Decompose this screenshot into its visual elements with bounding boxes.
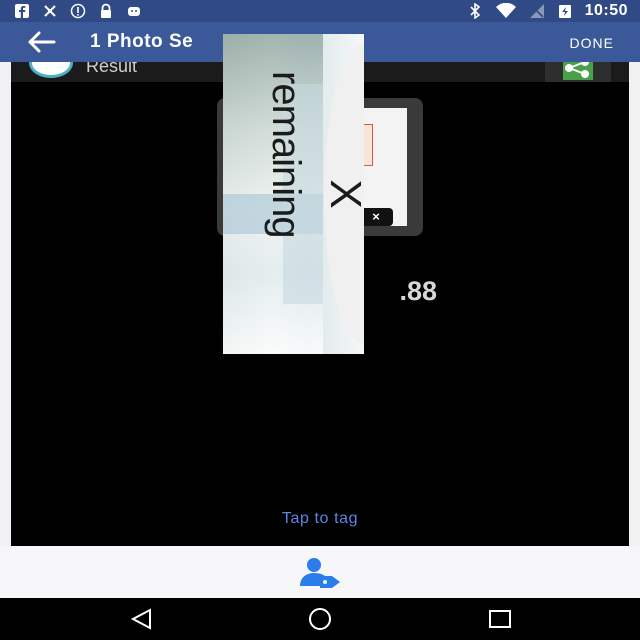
facebook-icon [14, 3, 30, 19]
navigation-bar [0, 598, 640, 640]
no-signal-icon [529, 3, 545, 19]
share-button[interactable] [545, 62, 611, 82]
battery-charging-icon [557, 3, 573, 19]
recents-square-icon [489, 610, 511, 628]
nav-recents-button[interactable] [486, 607, 514, 631]
tag-person-icon [300, 558, 340, 588]
done-button[interactable]: DONE [570, 35, 614, 51]
arrow-left-icon [28, 31, 56, 53]
count-right: .88 [399, 276, 437, 306]
page-title: 1 Photo Se [90, 31, 194, 52]
result-avatar [29, 62, 73, 78]
back-button[interactable] [26, 30, 58, 54]
bottom-toolbar [0, 546, 640, 598]
nav-back-button[interactable] [128, 607, 156, 631]
home-circle-icon [309, 608, 331, 630]
lock-icon [98, 3, 114, 19]
nav-home-button[interactable] [306, 607, 334, 631]
status-time: 10:50 [584, 2, 628, 19]
bluetooth-icon [467, 2, 483, 20]
tap-to-tag-hint[interactable]: Tap to tag [11, 510, 629, 528]
sync-icon [42, 3, 58, 19]
info-icon [70, 3, 86, 19]
wifi-icon [495, 2, 517, 19]
status-bar: 10:50 [0, 0, 640, 22]
back-triangle-icon [130, 608, 151, 630]
result-label: Result [86, 62, 138, 76]
share-icon [563, 62, 593, 80]
thumbnail-close-button[interactable]: × [359, 208, 393, 226]
tag-people-button[interactable] [296, 556, 344, 590]
ad-close-button[interactable]: X [295, 176, 364, 212]
android-icon [126, 3, 142, 19]
overlay-ad[interactable]: remaining X [223, 34, 364, 354]
